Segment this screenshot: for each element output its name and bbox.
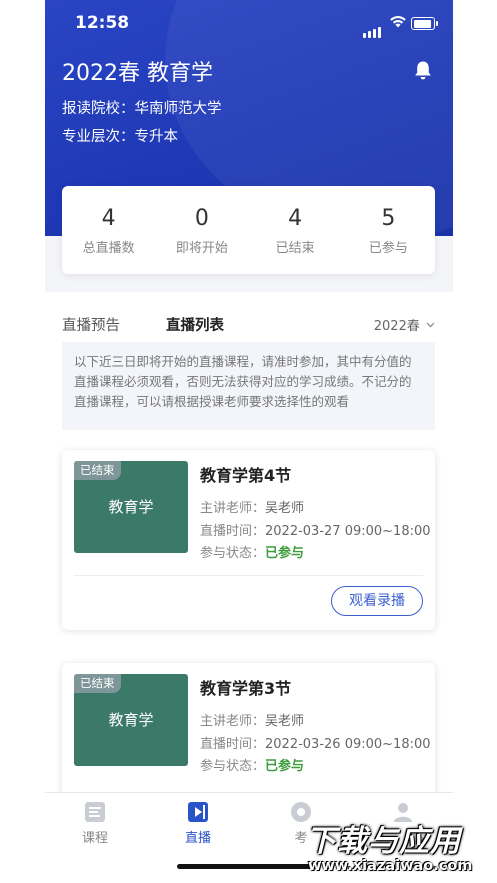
- stat-value: 5: [381, 206, 396, 231]
- stat-value: 0: [194, 206, 209, 231]
- teacher-label: 主讲老师：: [200, 501, 266, 516]
- stat-upcoming[interactable]: 0 即将开始: [155, 186, 248, 274]
- time-value: 2022-03-26 09:00~18:00: [265, 737, 431, 752]
- stat-label: 总直播数: [82, 241, 135, 256]
- course-card[interactable]: 已结束 教育学 教育学第4节 主讲老师：吴老师 直播时间：2022-03-27 …: [62, 450, 435, 630]
- stat-value: 4: [101, 206, 116, 231]
- notice-box: 以下近三日即将开始的直播课程，请准时参加，其中有分值的直播课程必须观看，否则无法…: [62, 342, 435, 430]
- wifi-icon: [390, 16, 406, 28]
- thumbnail-text: 教育学: [108, 711, 154, 729]
- teacher-row: 主讲老师：吴老师: [200, 710, 304, 729]
- watermark: 下载与应用 www.xiazaiwao.com: [298, 812, 497, 883]
- teacher-label: 主讲老师：: [200, 714, 266, 729]
- tab-list[interactable]: 直播列表: [166, 314, 224, 335]
- time-label: 直播时间：: [200, 524, 266, 539]
- status-row: 参与状态：已参与: [200, 755, 304, 774]
- course-title[interactable]: 教育学第4节: [200, 462, 291, 486]
- teacher-value: 吴老师: [265, 501, 305, 516]
- stats-card: 4 总直播数 0 即将开始 4 已结束 5 已参与: [62, 186, 435, 274]
- status-row: 参与状态：已参与: [200, 542, 304, 561]
- stat-label: 已结束: [275, 241, 315, 256]
- watermark-title: 下载与应用: [306, 824, 461, 859]
- status-label: 参与状态：: [200, 759, 266, 774]
- time-row: 直播时间：2022-03-27 09:00~18:00: [200, 520, 431, 539]
- term-select[interactable]: 2022春: [374, 315, 435, 334]
- stat-label: 即将开始: [175, 241, 228, 256]
- bell-icon[interactable]: [414, 60, 432, 81]
- live-content: 直播预告 直播列表 2022春 以下近三日即将开始的直播课程，请准时参加，其中有…: [45, 292, 453, 843]
- nav-live[interactable]: 直播: [168, 801, 228, 846]
- nav-label: 课程: [81, 831, 108, 846]
- school-info: 报读院校：华南师范大学: [62, 101, 222, 117]
- tab-bar: 直播预告 直播列表 2022春: [62, 314, 435, 334]
- cellular-signal-icon: [363, 19, 383, 38]
- course-icon: [85, 802, 105, 822]
- watermark-url: www.xiazaiwao.com: [308, 858, 473, 874]
- stat-value: 4: [288, 206, 303, 231]
- status-bar: 12:58: [45, 0, 453, 48]
- time-row: 直播时间：2022-03-26 09:00~18:00: [200, 733, 431, 752]
- status-value: 已参与: [265, 546, 305, 561]
- term-select-value: 2022春: [373, 319, 420, 334]
- course-title[interactable]: 教育学第3节: [200, 675, 291, 699]
- page-title: 2022春 教育学: [62, 61, 213, 86]
- time-value: 2022-03-27 09:00~18:00: [265, 524, 431, 539]
- status-time: 12:58: [75, 13, 130, 33]
- course-thumbnail[interactable]: 已结束 教育学: [74, 461, 188, 553]
- thumbnail-text: 教育学: [108, 498, 154, 516]
- status-badge: 已结束: [74, 674, 121, 693]
- course-thumbnail[interactable]: 已结束 教育学: [74, 674, 188, 766]
- stat-joined[interactable]: 5 已参与: [342, 186, 435, 274]
- home-indicator[interactable]: [177, 864, 317, 869]
- nav-course[interactable]: 课程: [65, 801, 125, 846]
- teacher-value: 吴老师: [265, 714, 305, 729]
- time-label: 直播时间：: [200, 737, 266, 752]
- status-value: 已参与: [265, 759, 305, 774]
- watch-replay-button[interactable]: 观看录播: [331, 586, 423, 616]
- chevron-down-icon: [426, 322, 435, 328]
- status-badge: 已结束: [74, 461, 121, 480]
- tab-preview[interactable]: 直播预告: [62, 314, 120, 335]
- live-icon: [188, 802, 208, 822]
- level-info: 专业层次：专升本: [62, 129, 178, 145]
- nav-label: 直播: [184, 831, 211, 846]
- stat-total[interactable]: 4 总直播数: [62, 186, 155, 274]
- stat-ended[interactable]: 4 已结束: [249, 186, 342, 274]
- status-label: 参与状态：: [200, 546, 266, 561]
- teacher-row: 主讲老师：吴老师: [200, 497, 304, 516]
- stat-label: 已参与: [368, 241, 408, 256]
- battery-icon: [411, 17, 438, 30]
- card-divider: [74, 575, 423, 576]
- phone-screen: 12:58 2022春 教育学 报读院校：华南师范大学 专业层次：专升本 4 总…: [45, 0, 453, 883]
